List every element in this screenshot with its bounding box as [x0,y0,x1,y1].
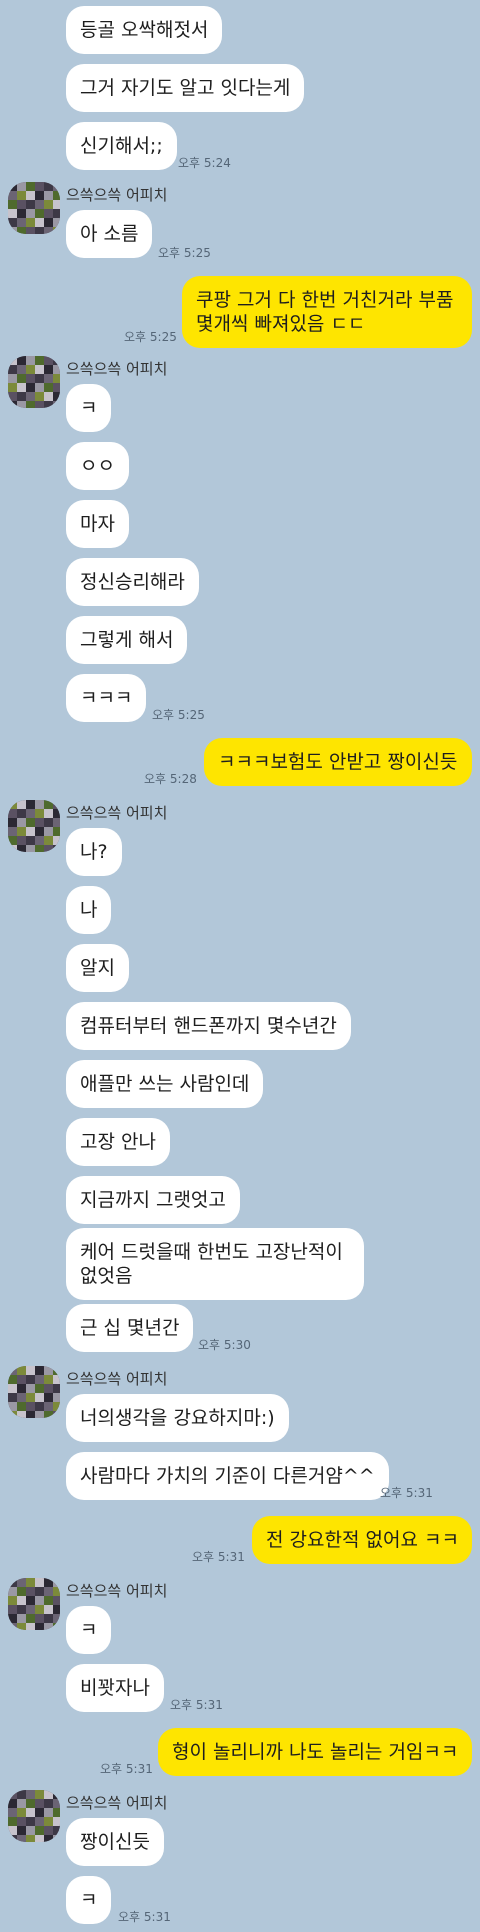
message-bubble-outgoing[interactable]: 형이 놀리니까 나도 놀리는 거임ㅋㅋ [158,1728,472,1776]
message-bubble-incoming[interactable]: 아 소름 [66,210,153,258]
avatar[interactable] [8,182,60,234]
avatar[interactable] [8,800,60,852]
sender-name: 으쓱으쓱 어피치 [66,1370,168,1388]
message-bubble-incoming[interactable]: 알지 [66,944,129,992]
message-bubble-outgoing[interactable]: 쿠팡 그거 다 한번 거친거라 부품 몇개씩 빠져있음 ㄷㄷ [182,276,472,348]
message-bubble-incoming[interactable]: 그렇게 해서 [66,616,188,664]
message-bubble-incoming[interactable]: ㅋ [66,1876,112,1924]
message-bubble-incoming[interactable]: 컴퓨터부터 핸드폰까지 몇수년간 [66,1002,351,1050]
message-bubble-incoming[interactable]: 정신승리해라 [66,558,199,606]
message-bubble-incoming[interactable]: ㅋㅋㅋ [66,674,147,722]
message-bubble-incoming[interactable]: 너의생각을 강요하지마:) [66,1394,289,1442]
avatar[interactable] [8,1790,60,1842]
message-bubble-incoming[interactable]: 근 십 몇년간 [66,1304,194,1352]
message-timestamp: 오후 5:31 [170,1698,223,1712]
message-bubble-incoming[interactable]: 애플만 쓰는 사람인데 [66,1060,264,1108]
message-bubble-incoming[interactable]: 지금까지 그랫엇고 [66,1176,240,1224]
avatar[interactable] [8,1366,60,1418]
message-bubble-incoming[interactable]: 그거 자기도 알고 잇다는게 [66,64,305,112]
sender-name: 으쓱으쓱 어피치 [66,1582,168,1600]
message-timestamp: 오후 5:25 [124,330,177,344]
message-timestamp: 오후 5:28 [144,772,197,786]
message-timestamp: 오후 5:31 [192,1550,245,1564]
message-timestamp: 오후 5:30 [198,1338,251,1352]
message-timestamp: 오후 5:31 [380,1486,433,1500]
message-bubble-outgoing[interactable]: ㅋㅋㅋ보험도 안받고 짱이신듯 [204,738,472,786]
message-bubble-incoming[interactable]: 케어 드럿을때 한번도 고장난적이 없엇음 [66,1228,364,1300]
message-timestamp: 오후 5:31 [100,1762,153,1776]
message-bubble-incoming[interactable]: 마자 [66,500,129,548]
message-bubble-incoming[interactable]: 짱이신듯 [66,1818,164,1866]
message-timestamp: 오후 5:25 [152,708,205,722]
message-timestamp: 오후 5:31 [118,1910,171,1924]
message-bubble-incoming[interactable]: 나? [66,828,122,876]
message-bubble-incoming[interactable]: ㅋ [66,384,112,432]
sender-name: 으쓱으쓱 어피치 [66,186,168,204]
avatar[interactable] [8,356,60,408]
message-bubble-incoming[interactable]: 비꽛자나 [66,1664,164,1712]
message-bubble-outgoing[interactable]: 전 강요한적 없어요 ㅋㅋ [252,1516,472,1564]
message-bubble-incoming[interactable]: 나 [66,886,112,934]
sender-name: 으쓱으쓱 어피치 [66,360,168,378]
sender-name: 으쓱으쓱 어피치 [66,804,168,822]
message-bubble-incoming[interactable]: ㅋ [66,1606,112,1654]
avatar[interactable] [8,1578,60,1630]
message-timestamp: 오후 5:24 [178,156,231,170]
message-bubble-incoming[interactable]: 사람마다 가치의 기준이 다른거얌^^ [66,1452,389,1500]
sender-name: 으쓱으쓱 어피치 [66,1794,168,1812]
message-timestamp: 오후 5:25 [158,246,211,260]
message-bubble-incoming[interactable]: 등골 오싹해젓서 [66,6,223,54]
message-bubble-incoming[interactable]: 신기해서;; [66,122,177,170]
message-bubble-incoming[interactable]: ㅇㅇ [66,442,129,490]
message-bubble-incoming[interactable]: 고장 안나 [66,1118,170,1166]
